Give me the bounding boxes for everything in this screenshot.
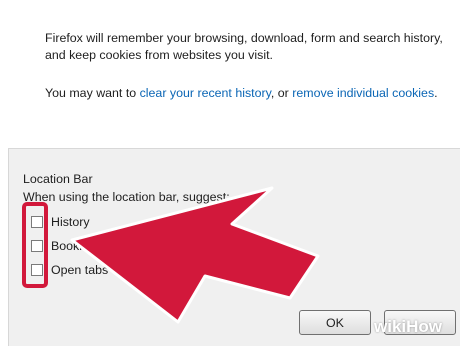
ok-button[interactable]: OK	[299, 310, 371, 335]
pointer-arrow-icon	[70, 186, 320, 324]
watermark-how: How	[406, 317, 443, 336]
arrow-shape	[70, 186, 320, 324]
wikihow-watermark: wikiHow	[374, 317, 442, 337]
watermark-wiki: wiki	[374, 317, 407, 336]
